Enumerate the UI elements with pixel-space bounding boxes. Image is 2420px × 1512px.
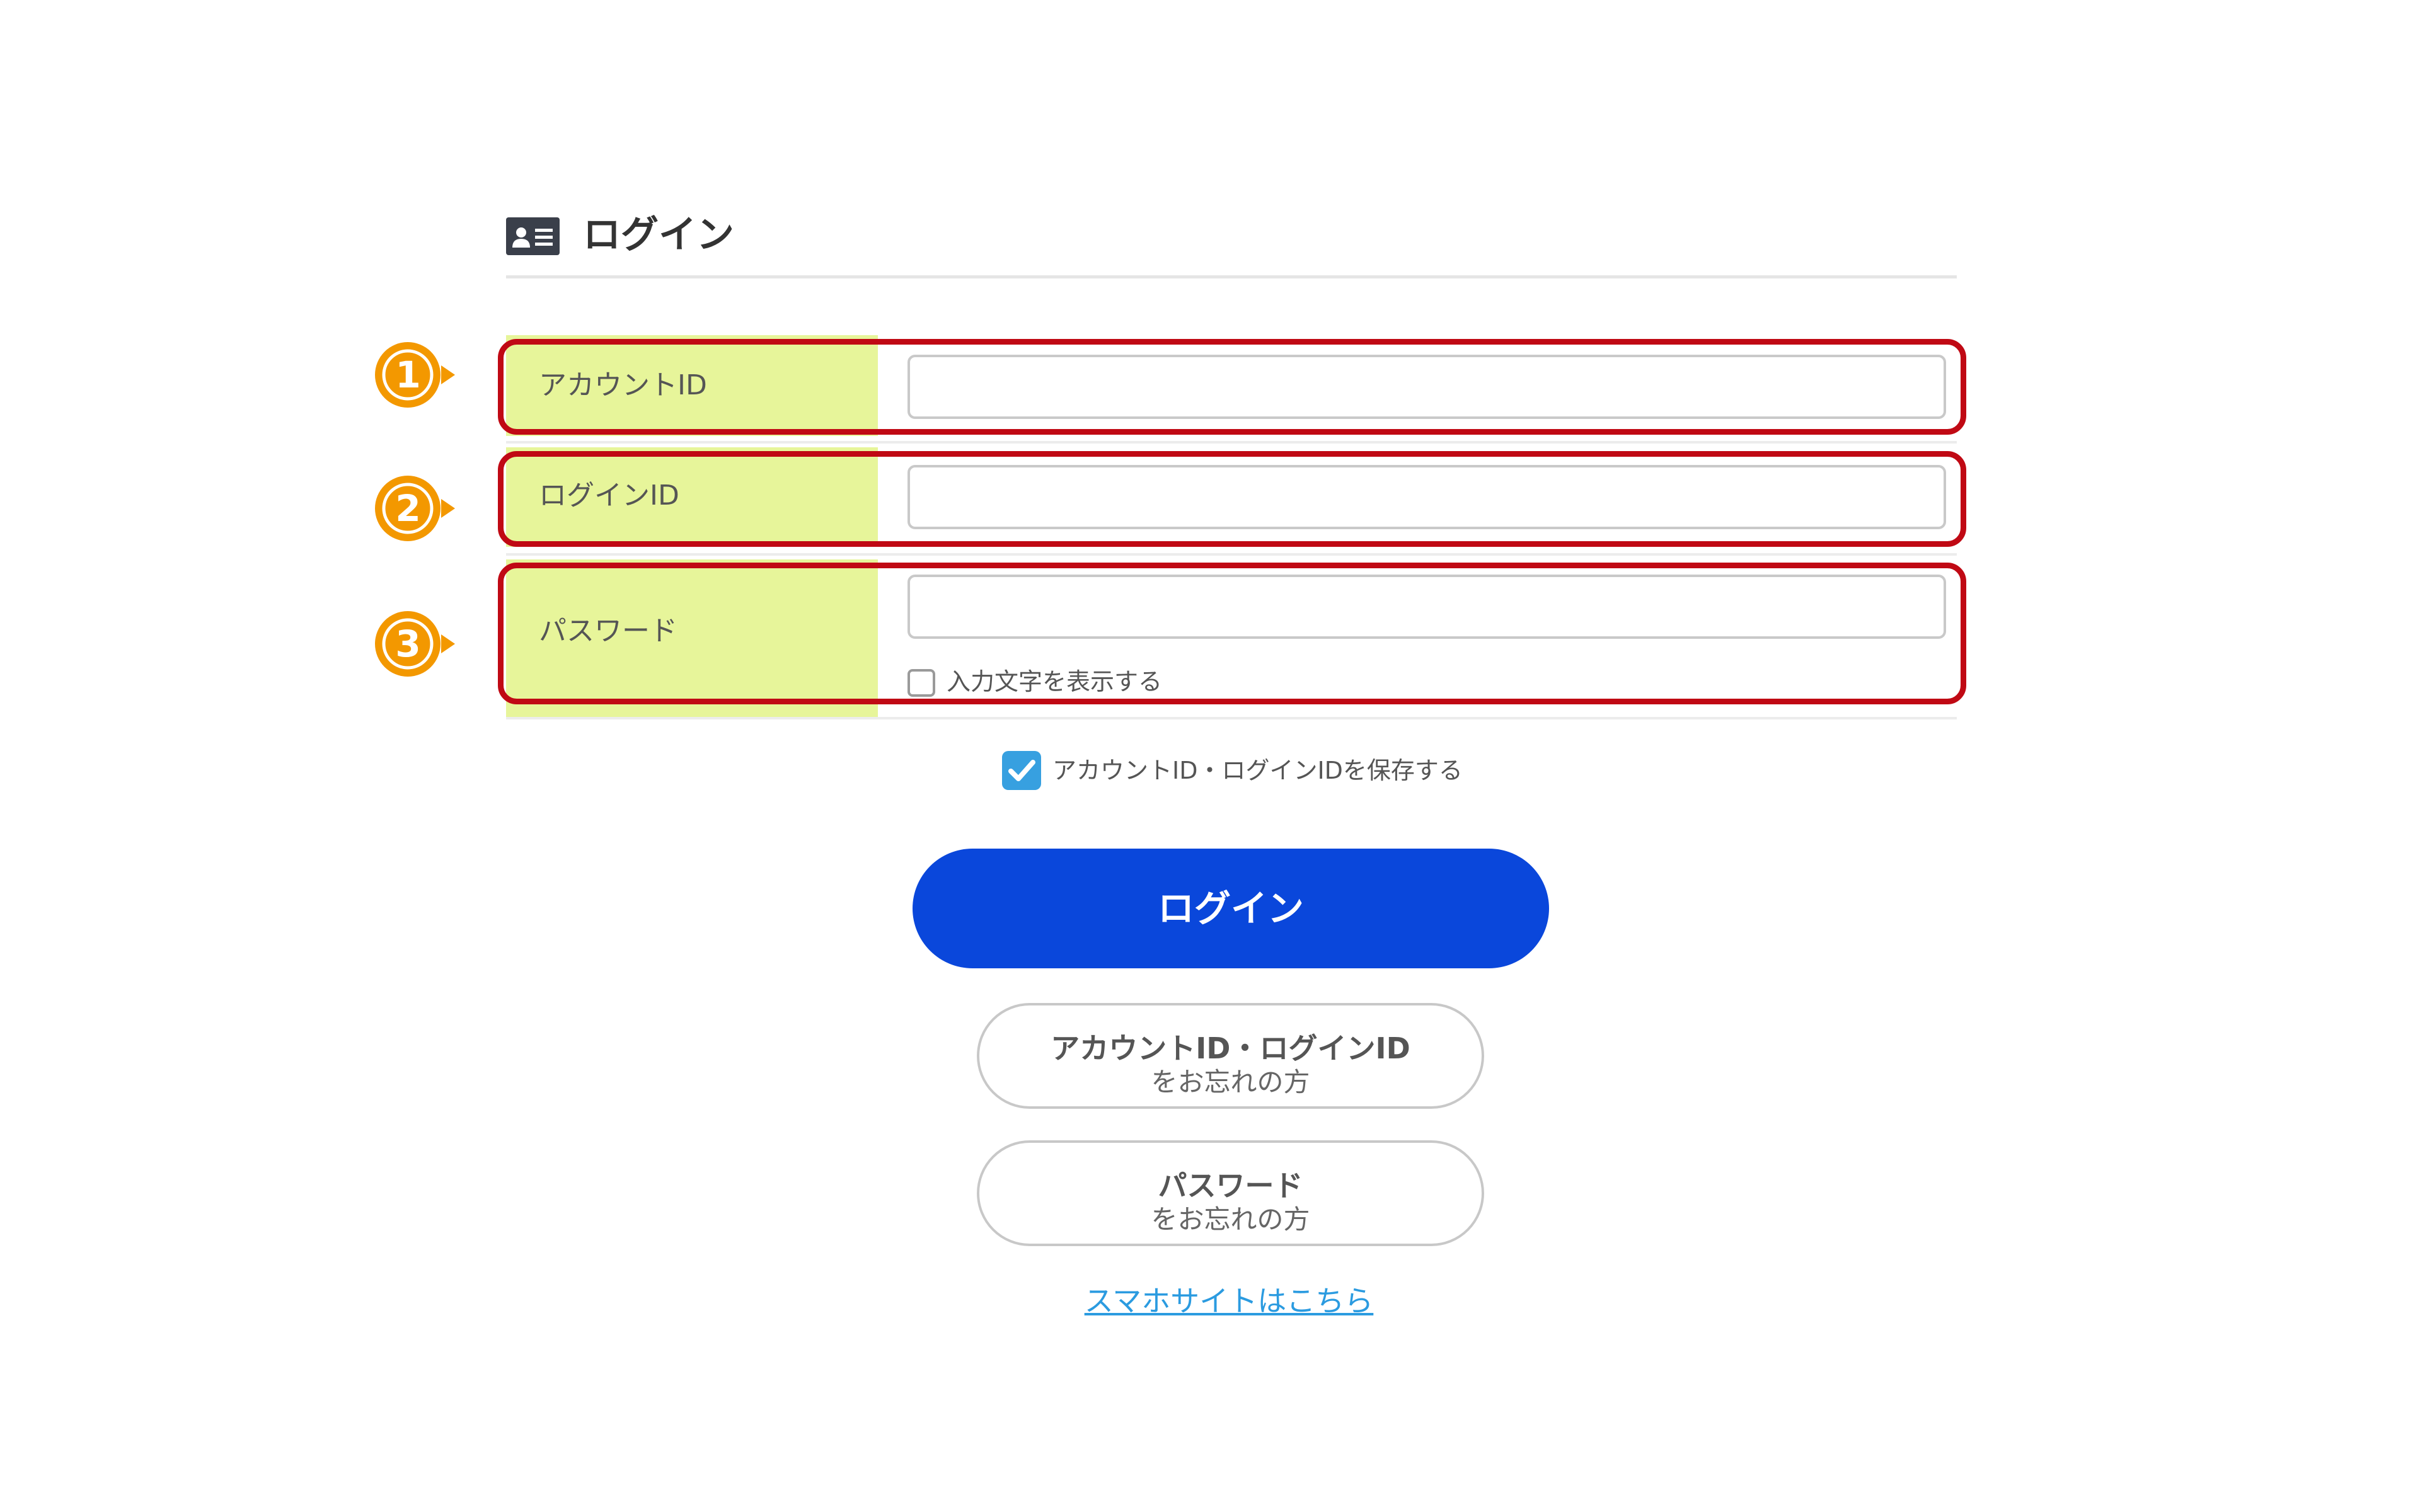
callout-number: 3 [395, 622, 421, 665]
callout-marker-2: 2 [372, 474, 457, 543]
forgot-ids-line2: をお忘れの方 [1151, 1067, 1310, 1097]
callout-number: 1 [395, 353, 421, 396]
row-divider [506, 553, 1957, 556]
row-divider [506, 441, 1957, 444]
checkmark-icon [1008, 760, 1035, 781]
forgot-password-button[interactable]: パスワード をお忘れの方 [977, 1140, 1484, 1246]
row-divider [506, 717, 1957, 719]
save-ids-label: アカウントID・ログインIDを保存する [1052, 757, 1463, 784]
highlight-box-2 [498, 451, 1966, 547]
smartphone-site-link[interactable]: スマホサイトはこちら [1084, 1279, 1374, 1323]
save-ids-checkbox[interactable] [1002, 751, 1041, 790]
callout-marker-3: 3 [372, 609, 457, 679]
login-button[interactable]: ログイン [913, 849, 1549, 968]
highlight-box-1 [498, 339, 1966, 435]
page-title: ログイン [583, 213, 734, 257]
callout-marker-1: 1 [372, 340, 457, 410]
callout-number: 2 [395, 487, 421, 530]
forgot-ids-line1: アカウントID・ログインID [1051, 1031, 1410, 1065]
id-card-icon [506, 217, 560, 255]
title-divider [506, 275, 1957, 278]
forgot-password-line1: パスワード [1158, 1169, 1303, 1203]
forgot-password-line2: をお忘れの方 [1151, 1204, 1310, 1235]
forgot-ids-button[interactable]: アカウントID・ログインID をお忘れの方 [977, 1003, 1484, 1109]
highlight-box-3 [498, 563, 1966, 704]
